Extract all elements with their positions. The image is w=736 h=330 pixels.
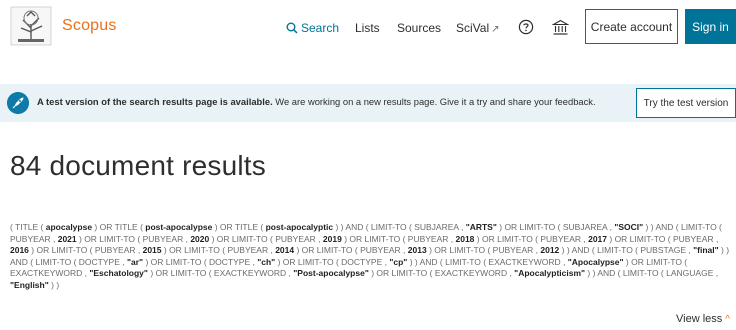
banner-message-bold: A test version of the search results pag…: [37, 96, 273, 107]
query-term: 2015: [142, 245, 162, 256]
query-operator: ) OR LIMIT-TO ( PUBYEAR ,: [76, 233, 191, 244]
query-term: "English": [10, 279, 49, 290]
query-operator: ) OR LIMIT-TO ( PUBYEAR ,: [474, 233, 589, 244]
query-term: "Eschatology": [89, 268, 148, 279]
nav-sources-link[interactable]: Sources: [397, 21, 441, 35]
query-term: post-apocalypse: [145, 222, 213, 232]
query-operator: ) OR LIMIT-TO ( PUBYEAR ,: [341, 233, 456, 244]
external-link-icon: ↗: [491, 24, 500, 35]
query-term: apocalypse: [45, 222, 93, 232]
query-term: 2016: [10, 245, 29, 256]
nav-scival-label: SciVal: [456, 21, 490, 35]
institution-icon[interactable]: [552, 19, 569, 36]
query-operator: ) OR LIMIT-TO ( DOCTYPE ,: [275, 256, 390, 267]
search-icon: [286, 22, 298, 34]
nav-search-label: Search: [301, 21, 340, 35]
help-icon[interactable]: [518, 19, 534, 35]
query-term: "Apocalypticism": [514, 268, 586, 279]
brand-name[interactable]: Scopus: [62, 17, 117, 35]
query-term: "cp": [389, 256, 408, 267]
query-operator: ) OR LIMIT-TO ( PUBYEAR ,: [426, 245, 541, 256]
chevron-up-icon: ^: [725, 314, 730, 325]
query-operator: ) OR LIMIT-TO ( PUBYEAR ,: [209, 233, 323, 244]
query-operator: ) OR LIMIT-TO ( PUBYEAR ,: [607, 233, 719, 244]
banner-message-text: We are working on a new results page. Gi…: [272, 96, 596, 107]
nav-search-link[interactable]: Search: [286, 21, 339, 35]
query-term: "SOCI": [614, 222, 644, 232]
feedback-rocket-icon: [7, 92, 29, 114]
top-header: Scopus Search Lists Sources SciVal ↗ Crea…: [0, 0, 736, 56]
query-term: 2017: [588, 233, 608, 244]
elsevier-logo-icon[interactable]: [10, 6, 52, 46]
query-operator: ) ) AND ( LIMIT-TO ( EXACTKEYWORD ,: [407, 256, 568, 267]
query-term: "final": [693, 245, 719, 256]
query-term: "ch": [257, 256, 276, 267]
create-account-button[interactable]: Create account: [585, 9, 678, 44]
query-operator: ) OR LIMIT-TO ( DOCTYPE ,: [143, 256, 258, 267]
view-less-label: View less: [676, 313, 723, 325]
query-term: 2019: [322, 233, 342, 244]
query-term: 2021: [57, 233, 77, 244]
try-test-version-button[interactable]: Try the test version: [636, 88, 736, 118]
query-term: 2013: [407, 245, 427, 256]
query-term: 2020: [190, 233, 210, 244]
query-operator: ) ) AND ( LIMIT-TO ( LANGUAGE ,: [585, 268, 719, 279]
view-less-toggle[interactable]: View less ^: [676, 313, 730, 325]
nav-lists-link[interactable]: Lists: [355, 21, 380, 35]
query-term: post-apocalyptic: [265, 222, 334, 232]
sign-in-button[interactable]: Sign in: [685, 9, 736, 44]
query-operator: ) OR LIMIT-TO ( PUBYEAR ,: [161, 245, 276, 256]
query-term: "ar": [126, 256, 144, 267]
query-operator: ) OR LIMIT-TO ( EXACTKEYWORD ,: [147, 268, 294, 279]
query-term: "ARTS": [465, 222, 497, 232]
query-operator: ) OR TITLE (: [212, 222, 266, 232]
query-operator: ) ) AND ( LIMIT-TO ( SUBJAREA ,: [333, 222, 466, 232]
search-query-string: ( TITLE ( apocalypse ) OR TITLE ( post-a…: [10, 222, 732, 292]
banner-message: A test version of the search results pag…: [37, 96, 596, 107]
query-operator: ) ) AND ( LIMIT-TO ( PUBSTAGE ,: [559, 245, 694, 256]
query-operator: ) OR LIMIT-TO ( PUBYEAR ,: [294, 245, 408, 256]
query-operator: ) ): [48, 279, 60, 290]
query-operator: ) OR LIMIT-TO ( EXACTKEYWORD ,: [368, 268, 515, 279]
results-count-title: 84 document results: [10, 150, 266, 181]
nav-scival-link[interactable]: SciVal ↗: [456, 21, 500, 35]
test-version-banner: A test version of the search results pag…: [0, 84, 736, 122]
query-term: 2012: [540, 245, 560, 256]
query-operator: ) OR LIMIT-TO ( SUBJAREA ,: [496, 222, 615, 232]
query-operator: ) OR TITLE (: [92, 222, 146, 232]
query-term: 2018: [455, 233, 475, 244]
query-term: 2014: [275, 245, 295, 256]
query-term: "Apocalypse": [567, 256, 624, 267]
query-term: "Post-apocalypse": [293, 268, 369, 279]
query-operator: ) OR LIMIT-TO ( PUBYEAR ,: [28, 245, 143, 256]
query-operator: ( TITLE (: [10, 222, 46, 232]
